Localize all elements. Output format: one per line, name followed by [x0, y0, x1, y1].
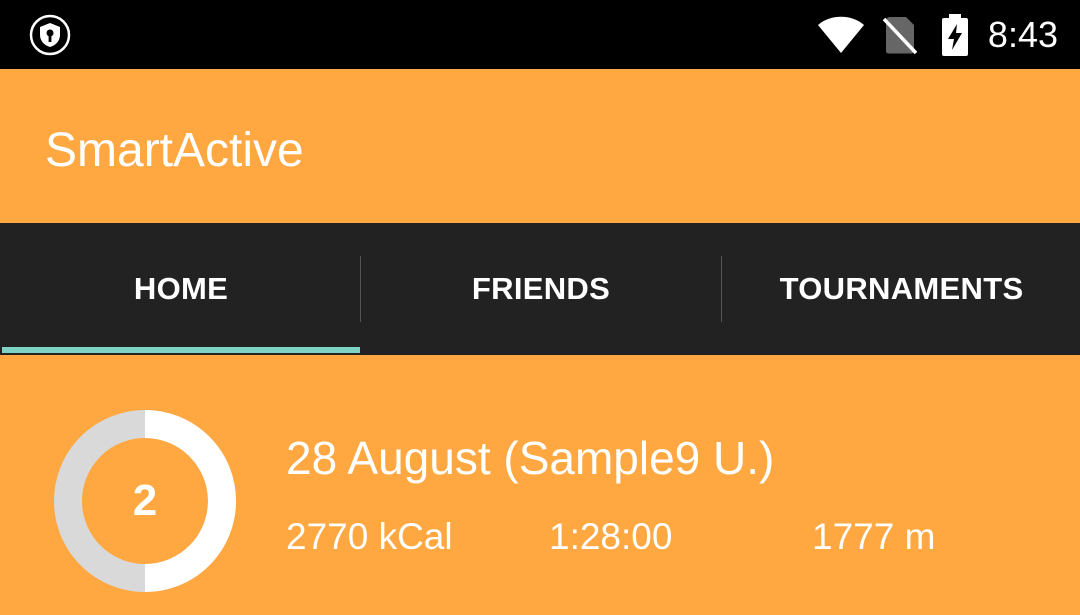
status-bar: 8:43	[0, 0, 1080, 69]
app-bar: SmartActive	[0, 69, 1080, 223]
status-icons: 8:43	[816, 0, 1058, 69]
activity-title: 28 August (Sample9 U.)	[286, 432, 775, 484]
activity-distance: 1777 m	[812, 516, 936, 557]
selected-tab-indicator	[2, 347, 360, 353]
activity-duration: 1:28:00	[549, 516, 673, 557]
tab-friends[interactable]: FRIENDS	[362, 223, 720, 355]
app-title: SmartActive	[45, 124, 304, 177]
wifi-icon	[817, 16, 864, 53]
no-sim-icon	[882, 16, 918, 54]
activity-calories: 2770 kCal	[286, 516, 453, 557]
activity-count: 2	[132, 476, 158, 525]
tab-tournaments[interactable]: TOURNAMENTS	[723, 223, 1080, 355]
battery-charging-icon	[941, 13, 968, 56]
tab-divider	[721, 256, 722, 322]
activity-list: 2 28 August (Sample9 U.) 2770 kCal 1:28:…	[0, 355, 1080, 615]
status-clock: 8:43	[987, 14, 1058, 55]
vpn-key-shield-icon	[29, 14, 71, 56]
tab-bar: HOME FRIENDS TOURNAMENTS	[0, 223, 1080, 355]
tab-divider	[360, 256, 361, 322]
tab-home[interactable]: HOME	[2, 223, 360, 355]
